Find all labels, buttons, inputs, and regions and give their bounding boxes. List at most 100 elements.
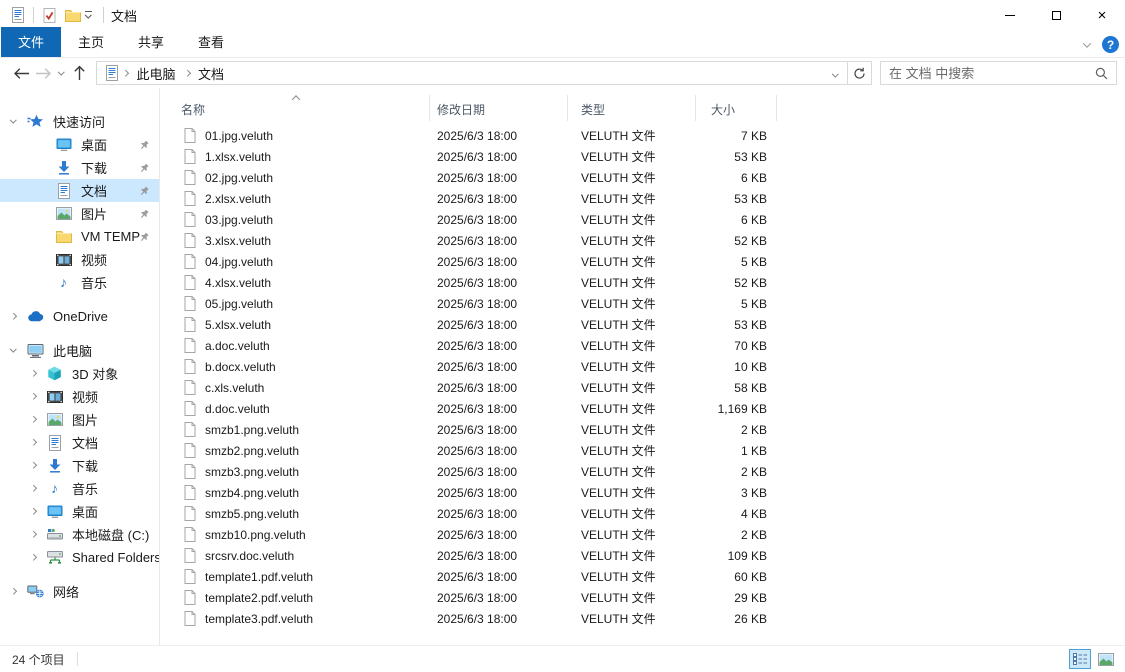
breadcrumb-documents[interactable]: 文档: [192, 64, 230, 83]
toolbar-customize-caret-icon[interactable]: [85, 11, 92, 19]
chevron-right-icon[interactable]: [28, 508, 38, 515]
sidebar-section-network[interactable]: 网络: [0, 580, 159, 603]
checkmark-icon[interactable]: [41, 7, 58, 23]
file-type: VELUTH 文件: [581, 591, 656, 605]
file-date: 2025/6/3 18:00: [437, 380, 518, 395]
sidebar-item-desktop-0[interactable]: 桌面: [0, 133, 159, 156]
table-row[interactable]: 5.xlsx.veluth 2025/6/3 18:00 VELUTH 文件 53 K…: [160, 314, 1125, 335]
forward-button[interactable]: [32, 62, 54, 84]
details-view-button[interactable]: [1069, 649, 1091, 669]
sidebar-section-onedrive[interactable]: OneDrive: [0, 305, 159, 328]
search-icon[interactable]: [1087, 67, 1116, 80]
up-button[interactable]: [68, 62, 90, 84]
tab-file[interactable]: 文件: [1, 27, 62, 57]
column-headers: 名称 修改日期 类型 大小: [160, 95, 1125, 121]
table-row[interactable]: smzb10.png.veluth 2025/6/3 18:00 VELUTH 文件…: [160, 524, 1125, 545]
sidebar-item-music-6[interactable]: ♪ 音乐: [0, 271, 159, 294]
file-explorer-window: 文档 × 文件 主页 共享 查看 ? 此电脑 文档 在 文档 中搜索 快速访问 …: [0, 0, 1125, 672]
file-size: 6 KB: [740, 170, 767, 185]
table-row[interactable]: smzb3.png.veluth 2025/6/3 18:00 VELUTH 文件 2…: [160, 461, 1125, 482]
file-size: 7 KB: [740, 128, 767, 143]
close-button[interactable]: ×: [1079, 0, 1125, 30]
table-row[interactable]: smzb5.png.veluth 2025/6/3 18:00 VELUTH 文件 4…: [160, 503, 1125, 524]
file-icon: [181, 611, 198, 626]
breadcrumb-this-pc[interactable]: 此电脑: [131, 64, 182, 83]
chevron-right-icon[interactable]: [28, 554, 38, 561]
sidebar-section-quick-access[interactable]: 快速访问: [0, 110, 159, 133]
sidebar-item-label: 文档: [72, 436, 99, 451]
table-row[interactable]: template3.pdf.veluth 2025/6/3 18:00 VELUTH…: [160, 608, 1125, 629]
sidebar-item-desktop-6[interactable]: 桌面: [0, 500, 159, 523]
expand-ribbon-icon[interactable]: [1082, 38, 1092, 48]
table-row[interactable]: template2.pdf.veluth 2025/6/3 18:00 VELUTH…: [160, 587, 1125, 608]
breadcrumb-chevron-icon[interactable]: [183, 69, 190, 77]
sidebar-item-network-drive-8[interactable]: Shared Folders (\\: [0, 546, 159, 569]
chevron-right-icon[interactable]: [8, 588, 18, 595]
column-header-date-modified[interactable]: 修改日期: [430, 95, 568, 121]
back-button[interactable]: [10, 62, 32, 84]
table-row[interactable]: 04.jpg.veluth 2025/6/3 18:00 VELUTH 文件 5 KB: [160, 251, 1125, 272]
table-row[interactable]: 02.jpg.veluth 2025/6/3 18:00 VELUTH 文件 6 KB: [160, 167, 1125, 188]
chevron-right-icon[interactable]: [28, 393, 38, 400]
breadcrumb-chevron-icon[interactable]: [122, 69, 129, 77]
chevron-down-icon[interactable]: [8, 116, 18, 124]
sidebar-item-download-4[interactable]: 下载: [0, 454, 159, 477]
address-bar[interactable]: 此电脑 文档: [96, 61, 848, 85]
minimize-button[interactable]: [987, 0, 1033, 30]
sidebar-item-videos-1[interactable]: 视频: [0, 385, 159, 408]
folder-icon[interactable]: [64, 9, 81, 22]
table-row[interactable]: 2.xlsx.veluth 2025/6/3 18:00 VELUTH 文件 53 K…: [160, 188, 1125, 209]
chevron-right-icon[interactable]: [28, 370, 38, 377]
table-row[interactable]: 05.jpg.veluth 2025/6/3 18:00 VELUTH 文件 5 KB: [160, 293, 1125, 314]
table-row[interactable]: 3.xlsx.veluth 2025/6/3 18:00 VELUTH 文件 52 K…: [160, 230, 1125, 251]
table-row[interactable]: d.doc.veluth 2025/6/3 18:00 VELUTH 文件 1,169…: [160, 398, 1125, 419]
tab-share[interactable]: 共享: [121, 27, 181, 57]
table-row[interactable]: smzb1.png.veluth 2025/6/3 18:00 VELUTH 文件 2…: [160, 419, 1125, 440]
sidebar-section-this-pc[interactable]: 此电脑: [0, 339, 159, 362]
chevron-right-icon[interactable]: [28, 462, 38, 469]
chevron-down-icon[interactable]: [8, 345, 18, 353]
chevron-right-icon[interactable]: [28, 531, 38, 538]
sidebar-item-drive-7[interactable]: 本地磁盘 (C:): [0, 523, 159, 546]
sidebar-item-document-2[interactable]: 文档: [0, 179, 159, 202]
sidebar-item-download-1[interactable]: 下载: [0, 156, 159, 179]
tab-view[interactable]: 查看: [181, 27, 241, 57]
table-row[interactable]: template1.pdf.veluth 2025/6/3 18:00 VELUTH…: [160, 566, 1125, 587]
sidebar-item-cube-0[interactable]: 3D 对象: [0, 362, 159, 385]
file-name: 2.xlsx.veluth: [205, 191, 272, 206]
network-icon: [27, 585, 44, 598]
table-row[interactable]: c.xls.veluth 2025/6/3 18:00 VELUTH 文件 58 KB: [160, 377, 1125, 398]
sidebar-item-pictures-3[interactable]: 图片: [0, 202, 159, 225]
chevron-right-icon[interactable]: [8, 313, 18, 320]
table-row[interactable]: 4.xlsx.veluth 2025/6/3 18:00 VELUTH 文件 52 K…: [160, 272, 1125, 293]
sidebar-item-pictures-2[interactable]: 图片: [0, 408, 159, 431]
column-header-name[interactable]: 名称: [160, 95, 430, 121]
table-row[interactable]: 1.xlsx.veluth 2025/6/3 18:00 VELUTH 文件 53 K…: [160, 146, 1125, 167]
sidebar-item-music-5[interactable]: ♪ 音乐: [0, 477, 159, 500]
tab-home[interactable]: 主页: [61, 27, 121, 57]
refresh-button[interactable]: [848, 61, 872, 85]
recent-locations-dropdown[interactable]: [54, 62, 68, 84]
help-button[interactable]: ?: [1102, 36, 1119, 53]
sidebar-item-document-3[interactable]: 文档: [0, 431, 159, 454]
maximize-button[interactable]: [1033, 0, 1079, 30]
large-icons-view-button[interactable]: [1095, 649, 1117, 669]
table-row[interactable]: b.docx.veluth 2025/6/3 18:00 VELUTH 文件 10 K…: [160, 356, 1125, 377]
chevron-right-icon[interactable]: [28, 485, 38, 492]
table-row[interactable]: 03.jpg.veluth 2025/6/3 18:00 VELUTH 文件 6 KB: [160, 209, 1125, 230]
table-row[interactable]: smzb4.png.veluth 2025/6/3 18:00 VELUTH 文件 3…: [160, 482, 1125, 503]
chevron-right-icon[interactable]: [28, 416, 38, 423]
column-header-size[interactable]: 大小: [696, 95, 777, 121]
table-row[interactable]: srcsrv.doc.veluth 2025/6/3 18:00 VELUTH 文件…: [160, 545, 1125, 566]
table-row[interactable]: 01.jpg.veluth 2025/6/3 18:00 VELUTH 文件 7 KB: [160, 125, 1125, 146]
column-header-type[interactable]: 类型: [568, 95, 696, 121]
sidebar-item-videos-5[interactable]: 视频: [0, 248, 159, 271]
table-row[interactable]: smzb2.png.veluth 2025/6/3 18:00 VELUTH 文件 1…: [160, 440, 1125, 461]
chevron-right-icon[interactable]: [28, 439, 38, 446]
sidebar-item-folder-4[interactable]: VM TEMP: [0, 225, 159, 248]
cube-icon: [46, 366, 63, 381]
search-input[interactable]: [881, 65, 1087, 81]
file-type: VELUTH 文件: [581, 381, 656, 395]
table-row[interactable]: a.doc.veluth 2025/6/3 18:00 VELUTH 文件 70 KB: [160, 335, 1125, 356]
address-dropdown-icon[interactable]: [827, 64, 844, 82]
